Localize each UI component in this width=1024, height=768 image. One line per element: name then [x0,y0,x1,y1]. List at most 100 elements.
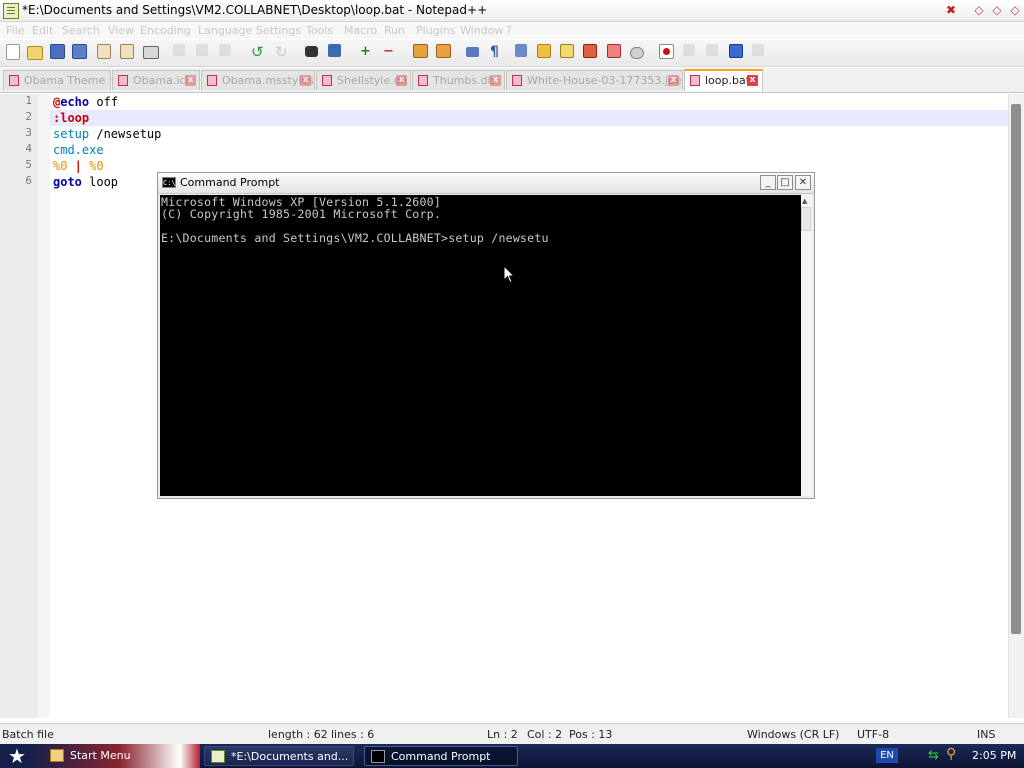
minimize-icon[interactable]: ◇ [1008,3,1022,17]
menu-search[interactable]: Search [62,24,100,37]
run-macro-multiple-icon[interactable] [729,44,743,58]
record-macro-icon[interactable] [659,44,674,59]
scrollbar-thumb[interactable] [1011,104,1021,634]
doc-map-icon[interactable] [560,44,574,58]
code-line-2[interactable]: :loop [53,110,89,126]
menu-macro[interactable]: Macro [344,24,377,37]
close-tab-icon[interactable]: x [490,75,501,86]
start-button[interactable]: ★ [0,744,36,768]
console-icon[interactable]: C:\ [162,177,176,188]
folder-workspace-icon[interactable] [607,44,621,58]
menu-language[interactable]: Language [198,24,252,37]
menu-settings[interactable]: Settings [256,24,301,37]
search-icon[interactable]: ⚲ [946,747,956,762]
close-tab-icon[interactable]: x [747,75,758,86]
fold-margin[interactable] [38,94,50,718]
minimize-button[interactable]: _ [760,175,776,190]
menu-run[interactable]: Run [384,24,405,37]
taskbar-item-notepad[interactable]: *E:\Documents and... [204,746,354,766]
code-line-3[interactable]: setup /newsetup [53,126,161,142]
menu-edit[interactable]: Edit [32,24,53,37]
sync-h-icon[interactable] [436,44,451,58]
taskbar-item-label: *E:\Documents and... [231,750,349,763]
close-button[interactable]: ✕ [795,175,811,190]
scroll-up-arrow-icon[interactable]: ▲ [802,197,807,205]
command-prompt-title-bar[interactable]: C:\ Command Prompt _ □ ✕ [158,173,814,194]
close-window-icon[interactable]: ✖ [944,3,958,17]
tab-loop-bat[interactable]: loop.bat x [684,69,763,91]
paste-icon[interactable] [219,44,231,56]
maximize-button[interactable]: □ [777,175,793,190]
network-icon[interactable]: ⇆ [928,748,939,763]
menu-help[interactable]: ? [506,24,512,37]
save-macro-icon[interactable] [752,44,764,56]
show-all-chars-icon[interactable]: ¶ [490,44,506,60]
play-macro-icon[interactable] [706,44,718,56]
close-icon[interactable] [97,44,111,59]
code-line-6[interactable]: goto loop [53,174,118,190]
window-title: *E:\Documents and Settings\VM2.COLLABNET… [22,3,488,17]
tab-obama-msstyles[interactable]: Obama.msstyles x [201,70,315,90]
menu-tools[interactable]: Tools [306,24,333,37]
save-icon[interactable] [50,44,65,59]
indent-guide-icon[interactable] [515,44,527,57]
close-tab-icon[interactable]: x [668,75,679,86]
save-all-icon[interactable] [72,44,87,59]
status-eol[interactable]: Windows (CR LF) [747,728,839,741]
taskbar-item-command-prompt[interactable]: Command Prompt [364,746,518,766]
title-bar[interactable]: *E:\Documents and Settings\VM2.COLLABNET… [0,0,1024,22]
redo-icon[interactable]: ↻ [275,44,291,60]
close-all-icon[interactable] [120,44,134,59]
cut-icon[interactable] [173,44,185,56]
tab-white-house-jpeg[interactable]: White-House-03-177353.jpeg x [506,70,683,90]
zoom-out-icon[interactable]: − [383,44,399,60]
sync-v-icon[interactable] [413,44,428,58]
tab-obama-theme[interactable]: Obama Theme [3,70,111,90]
clock[interactable]: 2:05 PM [972,749,1016,762]
open-file-icon[interactable] [27,46,43,60]
stop-macro-icon[interactable] [683,44,695,56]
menu-plugins[interactable]: Plugins [416,24,455,37]
wrap-icon[interactable] [466,47,479,57]
restore-icon[interactable]: ◇ [990,3,1004,17]
system-tray: EN ⇆ ⚲ 2:05 PM [864,744,1024,768]
tab-thumbs-db[interactable]: Thumbs.db x [412,70,505,90]
line-number: 3 [25,126,32,139]
code-line-5[interactable]: %0 | %0 [53,158,104,174]
console-prompt-line[interactable]: E:\Documents and Settings\VM2.COLLABNET>… [161,232,549,244]
replace-icon[interactable] [328,44,341,57]
notepad-plus-plus-app-icon[interactable] [3,3,19,19]
copy-icon[interactable] [196,44,208,56]
menu-file[interactable]: File [6,24,24,37]
menu-view[interactable]: View [108,24,134,37]
console-scrollbar-thumb[interactable] [801,207,811,231]
print-icon[interactable] [143,46,159,59]
editor-vertical-scrollbar[interactable] [1008,94,1024,718]
udl-icon[interactable] [537,44,551,58]
code-line-4[interactable]: cmd.exe [53,142,104,158]
monitoring-icon[interactable] [630,47,644,59]
tab-obama-ici[interactable]: Obama.ici x [112,70,200,90]
close-tab-icon[interactable]: x [396,75,407,86]
zoom-in-icon[interactable]: + [360,44,376,60]
status-encoding[interactable]: UTF-8 [857,728,889,741]
pin-icon[interactable]: ◇ [972,3,986,17]
console-scrollbar[interactable]: ▲ [801,195,812,496]
status-insert-mode[interactable]: INS [977,728,995,741]
menu-encoding[interactable]: Encoding [140,24,191,37]
close-tab-icon[interactable]: x [185,75,196,86]
command-prompt-window[interactable]: C:\ Command Prompt _ □ ✕ Microsoft Windo… [157,172,815,499]
file-icon [512,75,522,86]
start-menu-button[interactable]: Start Menu [44,746,194,766]
menu-window[interactable]: Window [460,24,503,37]
find-icon[interactable] [305,46,318,57]
language-indicator[interactable]: EN [876,748,898,763]
close-tab-icon[interactable]: x [300,75,311,86]
console-output[interactable]: Microsoft Windows XP [Version 5.1.2600] … [160,195,801,496]
function-list-icon[interactable] [583,44,597,58]
tab-shellstyle-dll[interactable]: Shellstyle.dll x [316,70,411,90]
code-line-1[interactable]: @echo off [53,94,118,110]
new-file-icon[interactable] [6,44,20,60]
line-number-gutter[interactable]: 1 2 3 4 5 6 [0,94,38,718]
undo-icon[interactable]: ↺ [251,44,267,60]
